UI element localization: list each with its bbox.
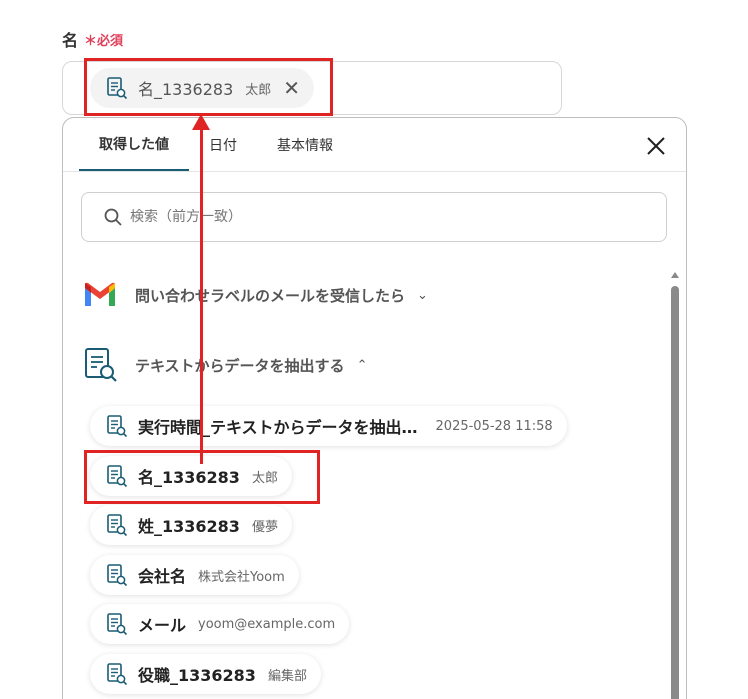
list-item[interactable]: 姓_1336283 優夢 — [90, 505, 292, 545]
scrollbar[interactable] — [668, 266, 682, 699]
chevron-down-icon: ⌄ — [417, 287, 428, 303]
scroll-thumb[interactable] — [671, 286, 679, 699]
search-box[interactable] — [81, 192, 667, 242]
item-name: 会社名 — [138, 567, 187, 586]
item-value: 編集部 — [267, 668, 307, 684]
annotation-arrow-line — [200, 128, 203, 464]
chevron-up-icon: ⌃ — [356, 357, 368, 373]
search-input[interactable] — [130, 209, 630, 225]
search-icon — [104, 208, 122, 226]
tab-bar: 取得した値 日付 基本情報 — [79, 118, 353, 172]
document-search-icon — [107, 514, 128, 537]
document-search-icon — [107, 564, 128, 587]
item-value: yoom@example.com — [198, 616, 336, 632]
divider — [63, 171, 686, 172]
field-label-text: 名 — [62, 31, 79, 50]
scroll-up-icon[interactable] — [671, 272, 679, 278]
item-value: 優夢 — [251, 519, 278, 535]
tab-acquired-values[interactable]: 取得した値 — [79, 118, 189, 172]
field-label: 名 ＊必須 — [62, 27, 123, 51]
section-label: テキストからデータを抽出する — [135, 356, 345, 375]
item-name: 姓_1336283 — [138, 517, 240, 536]
close-icon[interactable] — [644, 134, 668, 158]
item-name: 実行時間_テキストからデータを抽出… — [138, 418, 418, 437]
item-value: 株式会社Yoom — [198, 569, 285, 585]
item-value: 2025-05-28 11:58 — [435, 418, 553, 434]
item-name: メール — [138, 616, 187, 635]
document-search-icon — [107, 415, 128, 438]
list-item[interactable]: 役職_1336283 編集部 — [90, 654, 321, 694]
document-search-icon — [107, 663, 128, 686]
annotation-arrow-head — [192, 114, 210, 130]
list-item[interactable]: メール yoom@example.com — [90, 604, 350, 644]
list-item[interactable]: 実行時間_テキストからデータを抽出… 2025-05-28 11:58 — [90, 406, 567, 446]
list-item[interactable]: 会社名 株式会社Yoom — [90, 555, 299, 595]
document-search-icon — [85, 348, 117, 382]
item-name: 役職_1336283 — [138, 666, 256, 685]
gmail-icon — [85, 282, 115, 306]
required-badge: ＊必須 — [84, 33, 124, 49]
section-extract-data[interactable]: テキストからデータを抽出する ⌃ — [83, 346, 367, 384]
document-search-icon — [107, 613, 128, 636]
tab-basic-info[interactable]: 基本情報 — [257, 118, 353, 172]
section-label: 問い合わせラベルのメールを受信したら — [135, 286, 406, 305]
section-gmail-trigger[interactable]: 問い合わせラベルのメールを受信したら ⌄ — [83, 282, 428, 308]
highlight-box-selected — [84, 58, 333, 116]
